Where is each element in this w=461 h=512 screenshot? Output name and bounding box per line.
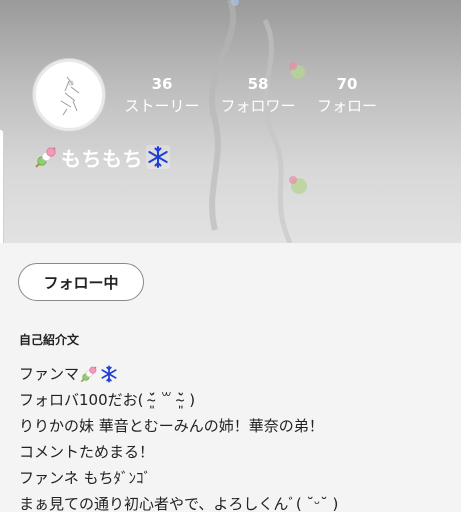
followers-count: 58 (247, 75, 269, 93)
bio-text: ファンマ フォロバ100だお( ˘̴͈́ ꒳ ˘̴͈̀ ) りりかの妹 華音とむ… (19, 361, 459, 512)
bio-line-4: コメントためまる！ (19, 443, 155, 461)
dango-icon (80, 366, 97, 383)
stat-stories[interactable]: 36 ストーリー (117, 74, 207, 117)
avatar[interactable] (33, 59, 105, 131)
stat-followers[interactable]: 58 フォロワー (213, 74, 303, 117)
stories-label: ストーリー (124, 97, 200, 115)
stories-count: 36 (151, 75, 173, 93)
dango-icon (35, 147, 56, 168)
snowflake-icon (146, 145, 170, 169)
profile-name: もちもち (61, 146, 143, 171)
bio-line-1-text: ファンマ (19, 365, 80, 383)
profile-name-row: もちもち (33, 142, 171, 172)
profile-header: 36 ストーリー 58 フォロワー 70 フォロー もちもち (0, 0, 461, 243)
following-button[interactable]: フォロー中 (18, 263, 144, 301)
following-count: 70 (336, 75, 358, 93)
bio-line-6: まぁ見ての通り初心者やで、よろしくんﾞ( ˘ᵕ˘ ) (19, 495, 339, 512)
snowflake-icon (101, 365, 117, 383)
following-label: フォロー (316, 97, 377, 115)
followers-label: フォロワー (220, 97, 296, 115)
side-drawer-handle[interactable] (0, 130, 4, 248)
bio-line-5: ファンネ もちﾀﾞﾝｺﾞ (19, 469, 151, 487)
bio-line-3: りりかの妹 華音とむーみんの姉！華奈の弟！ (19, 417, 324, 435)
profile-content: フォロー中 自己紹介文 ファンマ フォロバ100だお( ˘̴͈́ ꒳ ˘̴͈̀ … (0, 243, 461, 512)
bio-line-2: フォロバ100だお( ˘̴͈́ ꒳ ˘̴͈̀ ) (19, 391, 196, 409)
stat-following[interactable]: 70 フォロー (302, 74, 392, 117)
bio-heading: 自己紹介文 (19, 333, 80, 347)
bio-line-1: ファンマ (19, 361, 459, 387)
avatar-illustration (60, 76, 80, 116)
